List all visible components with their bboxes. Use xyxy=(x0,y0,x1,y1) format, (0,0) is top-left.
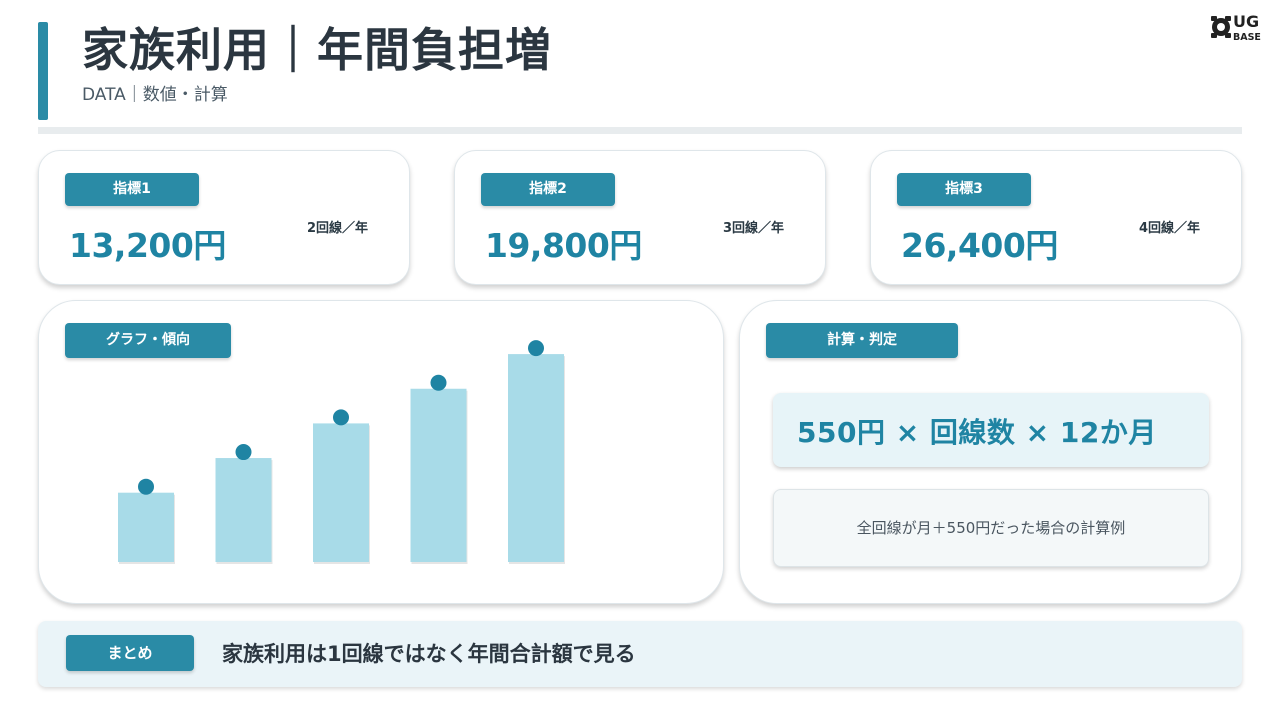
kpi-card-1: 指標1 13,200円 2回線／年 xyxy=(38,150,410,285)
kpi-label-2: 指標2 xyxy=(481,173,615,206)
summary-bar: まとめ 家族利用は1回線ではなく年間合計額で見る xyxy=(38,621,1242,687)
note-box: 全回線が月＋550円だった場合の計算例 xyxy=(773,489,1209,567)
summary-label: まとめ xyxy=(66,635,194,671)
formula-box: 550円 × 回線数 × 12か月 xyxy=(773,393,1209,467)
chart-marker-5 xyxy=(528,340,544,357)
kpi-value-2: 19,800円 xyxy=(485,226,642,265)
kpi-unit-2: 3回線／年 xyxy=(723,221,785,236)
chart-marker-1 xyxy=(138,478,154,495)
calc-panel-label: 計算・判定 xyxy=(766,323,958,358)
page-title: 家族利用｜年間負担増 xyxy=(82,23,552,77)
chart-marker-4 xyxy=(430,374,447,391)
header-divider xyxy=(38,127,1242,134)
chart-marker-2 xyxy=(235,444,252,461)
chart-panel: グラフ・傾向 xyxy=(38,300,724,604)
svg-text:BASE: BASE xyxy=(1233,32,1261,43)
chart-marker-3 xyxy=(333,409,349,426)
ug-base-logo: UG BASE xyxy=(1211,12,1261,43)
kpi-value-3: 26,400円 xyxy=(901,226,1058,265)
formula-text: 550円 × 回線数 × 12か月 xyxy=(797,416,1157,449)
chart-bar-4 xyxy=(410,388,467,562)
kpi-unit-3: 4回線／年 xyxy=(1139,221,1201,236)
kpi-value-1: 13,200円 xyxy=(69,226,226,265)
note-text: 全回線が月＋550円だった場合の計算例 xyxy=(856,519,1126,537)
kpi-card-2: 指標2 19,800円 3回線／年 xyxy=(454,150,826,285)
chart-bar-3 xyxy=(313,423,369,562)
chart-bar-5 xyxy=(508,354,564,562)
chart-bar-2 xyxy=(215,458,272,562)
title-accent-bar xyxy=(38,22,48,120)
page-subtitle: DATA｜数値・計算 xyxy=(82,85,228,105)
kpi-label-3: 指標3 xyxy=(897,173,1031,206)
svg-text:UG: UG xyxy=(1233,12,1259,31)
kpi-unit-1: 2回線／年 xyxy=(307,221,369,236)
calc-panel: 計算・判定 550円 × 回線数 × 12か月 全回線が月＋550円だった場合の… xyxy=(739,300,1242,604)
summary-text: 家族利用は1回線ではなく年間合計額で見る xyxy=(222,642,636,666)
kpi-card-3: 指標3 26,400円 4回線／年 xyxy=(870,150,1242,285)
chart-panel-label: グラフ・傾向 xyxy=(65,323,231,358)
chart-bar-1 xyxy=(118,492,174,562)
kpi-label-1: 指標1 xyxy=(65,173,199,206)
